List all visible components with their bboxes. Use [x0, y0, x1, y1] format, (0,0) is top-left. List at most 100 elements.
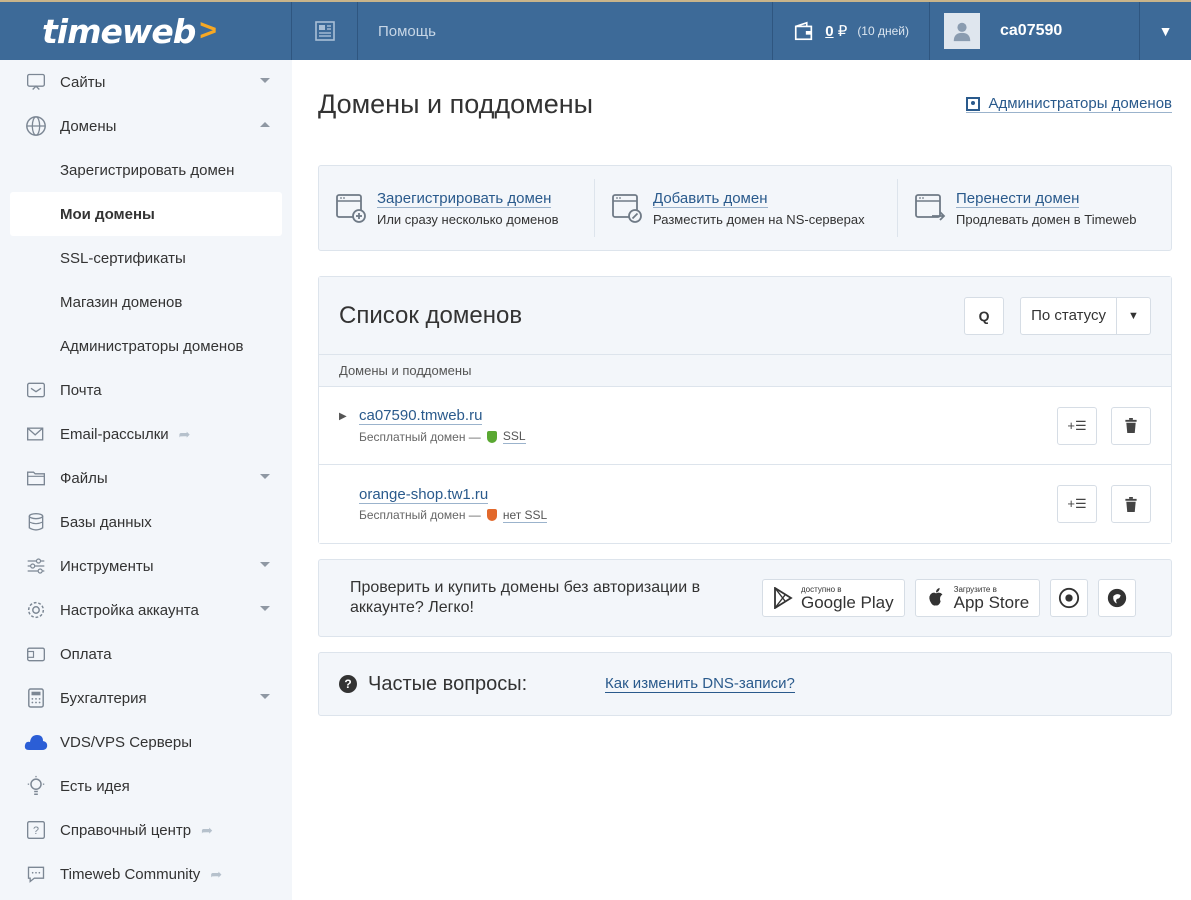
apple-icon — [928, 587, 943, 606]
question-icon: ? — [24, 818, 48, 842]
sidebar-sub-ssl[interactable]: SSL-сертификаты — [0, 236, 292, 280]
currency: ₽ — [837, 23, 848, 40]
app-store-label: App Store — [953, 592, 1030, 612]
page-header: Домены и поддомены Администраторы домено… — [318, 60, 1172, 148]
sidebar-item-label: Email-рассылки — [60, 425, 169, 443]
help-link[interactable]: Помощь — [358, 2, 772, 60]
avatar — [944, 13, 980, 49]
ssl-status[interactable]: нет SSL — [502, 508, 548, 523]
sidebar-sub-register-domain[interactable]: Зарегистрировать домен — [0, 148, 292, 192]
sidebar-item-community[interactable]: Timeweb Community ➦ — [0, 852, 292, 896]
sidebar-item-files[interactable]: Файлы — [0, 456, 292, 500]
ssl-status[interactable]: SSL — [502, 429, 526, 444]
faq-dns-link[interactable]: Как изменить DNS-записи? — [605, 675, 795, 693]
sidebar-item-label: Домены — [60, 117, 117, 135]
sidebar: Сайты Домены Зарегистрировать домен Мои … — [0, 60, 292, 900]
sidebar-item-label: VDS/VPS Серверы — [60, 733, 192, 751]
user-dropdown-button[interactable]: ▼ — [1139, 2, 1191, 60]
sidebar-item-accounting[interactable]: Бухгалтерия — [0, 676, 292, 720]
domain-admins-label: Администраторы доменов — [988, 95, 1172, 112]
domain-name-link[interactable]: orange-shop.tw1.ru — [359, 486, 489, 504]
status-filter-select[interactable]: По статусу ▼ — [1020, 296, 1151, 335]
sidebar-item-label: Оплата — [60, 645, 112, 663]
domain-actions-panel: Зарегистрировать домен Или сразу несколь… — [318, 165, 1172, 251]
app-store-button[interactable]: Загрузите в App Store — [914, 579, 1041, 617]
delete-button[interactable] — [1111, 406, 1151, 445]
sidebar-item-databases[interactable]: Базы данных — [0, 500, 292, 544]
window-plus-icon — [336, 194, 366, 223]
domain-list-header: Список доменов Q По статусу ▼ — [319, 277, 1171, 355]
list-plus-icon: +☰ — [1067, 496, 1087, 511]
balance-days: (10 дней) — [857, 24, 909, 38]
sidebar-item-label: Бухгалтерия — [60, 689, 147, 707]
sidebar-sub-domain-shop[interactable]: Магазин доменов — [0, 280, 292, 324]
logo: timeweb — [42, 11, 196, 51]
add-subdomain-button[interactable]: +☰ — [1057, 485, 1097, 523]
external-arrow-icon: ➦ — [201, 821, 213, 838]
sidebar-item-tools[interactable]: Инструменты — [0, 544, 292, 588]
envelope-icon — [24, 422, 48, 446]
chrome-icon — [1059, 587, 1080, 609]
logo-arrow: > — [199, 14, 217, 47]
balance[interactable]: 0 ₽ (10 дней) — [772, 2, 929, 60]
username: ca07590 — [1000, 22, 1063, 39]
database-icon — [24, 510, 48, 534]
external-arrow-icon: ➦ — [210, 865, 223, 882]
sidebar-item-idea[interactable]: Есть идея — [0, 764, 292, 808]
chrome-extension-button[interactable] — [1050, 579, 1089, 617]
domain-admins-link[interactable]: Администраторы доменов — [966, 95, 1172, 113]
shield-icon — [486, 430, 497, 443]
sidebar-item-account-settings[interactable]: Настройка аккаунта — [0, 588, 292, 632]
news-button[interactable] — [292, 2, 358, 60]
trash-icon — [1125, 418, 1137, 433]
sidebar-sub-domain-admins[interactable]: Администраторы доменов — [0, 324, 292, 368]
logo-container[interactable]: timeweb > — [0, 2, 292, 60]
window-link-icon — [612, 194, 642, 223]
register-domain-action[interactable]: Зарегистрировать домен Или сразу несколь… — [319, 179, 595, 237]
external-arrow-icon: ➦ — [178, 425, 191, 442]
add-domain-title: Добавить домен — [653, 189, 768, 208]
newspaper-icon — [314, 21, 335, 41]
sidebar-item-vds[interactable]: VDS/VPS Серверы — [0, 720, 292, 764]
sidebar-item-help-center[interactable]: ? Справочный центр ➦ — [0, 808, 292, 852]
sidebar-item-payment[interactable]: Оплата — [0, 632, 292, 676]
add-domain-action[interactable]: Добавить домен Разместить домен на NS-се… — [595, 179, 898, 237]
sidebar-item-label: Базы данных — [60, 513, 152, 531]
sidebar-item-email-campaigns[interactable]: Email-рассылки ➦ — [0, 412, 292, 456]
faq-panel: ? Частые вопросы: Как изменить DNS-запис… — [318, 652, 1172, 716]
table-row: ▶ ca07590.tmweb.ru Бесплатный домен — SS… — [319, 387, 1171, 465]
column-header: Домены и поддомены — [319, 355, 1171, 387]
monitor-icon — [24, 70, 48, 94]
window-arrow-icon — [915, 194, 946, 221]
google-play-button[interactable]: доступно в Google Play — [762, 579, 905, 617]
sidebar-item-label: Почта — [60, 381, 102, 399]
sidebar-item-label: Файлы — [60, 469, 108, 487]
balance-amount: 0 — [825, 23, 834, 40]
transfer-domain-title: Перенести домен — [956, 189, 1080, 208]
chevron-up-icon — [260, 122, 270, 127]
expand-triangle-icon[interactable]: ▶ — [339, 411, 347, 422]
domain-type: Бесплатный домен — — [359, 429, 481, 444]
wallet-icon — [795, 21, 813, 41]
sidebar-item-sites[interactable]: Сайты — [0, 60, 292, 104]
shield-icon — [486, 509, 497, 521]
wallet-icon — [24, 642, 48, 666]
apps-promo: Проверить и купить домены без авторизаци… — [318, 559, 1172, 637]
chevron-down-icon — [260, 78, 270, 83]
domain-name-link[interactable]: ca07590.tmweb.ru — [359, 407, 483, 425]
delete-button[interactable] — [1111, 485, 1151, 523]
status-filter-value: По статусу — [1031, 307, 1106, 324]
add-subdomain-button[interactable]: +☰ — [1057, 406, 1097, 445]
chevron-down-icon — [260, 562, 270, 567]
firefox-extension-button[interactable] — [1098, 579, 1137, 617]
sidebar-item-mail[interactable]: Почта — [0, 368, 292, 412]
caret-down-icon: ▼ — [1116, 297, 1150, 334]
search-button[interactable]: Q — [964, 296, 1005, 335]
folder-icon — [24, 466, 48, 490]
sidebar-item-domains[interactable]: Домены — [0, 104, 292, 148]
globe-icon — [24, 114, 48, 138]
user-menu[interactable]: ca07590 — [929, 2, 1139, 60]
sliders-icon — [24, 554, 48, 578]
sidebar-sub-my-domains[interactable]: Мои домены — [10, 192, 282, 236]
transfer-domain-action[interactable]: Перенести домен Продлевать домен в Timew… — [898, 179, 1171, 237]
